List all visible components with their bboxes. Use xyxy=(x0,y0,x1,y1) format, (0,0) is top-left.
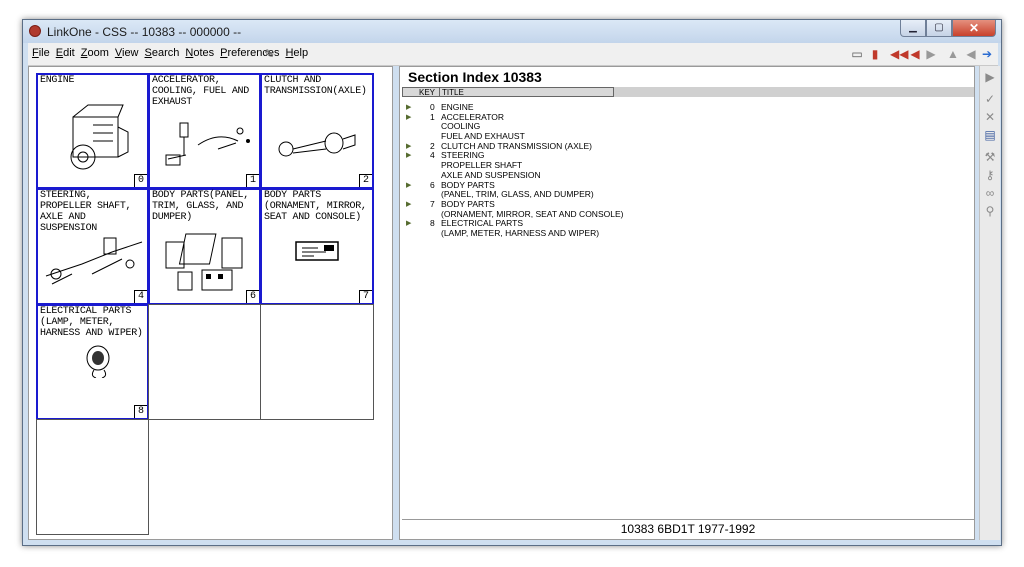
section-cell-steering[interactable]: STEERING, PROPELLER SHAFT, AXLE AND SUSP… xyxy=(36,188,149,305)
menu-search[interactable]: Search xyxy=(145,47,180,59)
section-cell-clutch[interactable]: CLUTCH AND TRANSMISSION(AXLE) 2 xyxy=(260,73,374,189)
cell-number: 2 xyxy=(358,174,372,187)
linkone-app-icon xyxy=(29,25,41,37)
forward-icon[interactable]: ➔ xyxy=(980,47,994,61)
minimize-button[interactable]: ▁ xyxy=(900,20,926,37)
list-item[interactable]: ▶ 6 BODY PARTS (PANEL, TRIM, GLASS, AND DU… xyxy=(406,180,966,200)
app-window: LinkOne - CSS -- 10383 -- 000000 -- ▁ ▢ … xyxy=(22,19,1002,546)
menu-help[interactable]: Help xyxy=(285,47,308,59)
cell-number: 8 xyxy=(133,405,147,418)
menu-notes[interactable]: Notes xyxy=(185,47,214,59)
list-item[interactable]: ▶ 1 ACCELERATOR COOLING FUEL AND EXHAUST xyxy=(406,112,966,142)
menu-view[interactable]: View xyxy=(115,47,139,59)
empty-cell xyxy=(36,419,149,535)
section-cell-accelerator[interactable]: ACCELERATOR, COOLING, FUEL AND EXHAUST 1 xyxy=(148,73,261,189)
cell-label: BODY PARTS (ORNAMENT, MIRROR, SEAT AND C… xyxy=(264,190,367,223)
notes-icon[interactable]: ▤ xyxy=(983,128,997,142)
up-icon[interactable]: ▲ xyxy=(946,47,960,61)
pin-icon[interactable]: ✎ xyxy=(262,47,276,61)
accelerator-illustration xyxy=(165,122,250,166)
expand-arrow-icon[interactable]: ▶ xyxy=(406,181,411,191)
list-item[interactable]: ▶ 2 CLUTCH AND TRANSMISSION (AXLE) xyxy=(406,141,966,152)
expand-arrow-icon[interactable]: ▶ xyxy=(406,151,411,161)
status-bar: 10383 6BD1T 1977-1992 xyxy=(402,519,974,539)
expand-arrow-icon[interactable]: ▶ xyxy=(406,142,411,152)
menu-edit[interactable]: Edit xyxy=(56,47,75,59)
steering-illustration xyxy=(45,237,143,285)
menu-zoom[interactable]: Zoom xyxy=(81,47,109,59)
body-panel-illustration xyxy=(165,233,243,291)
book-icon[interactable]: ▭ xyxy=(850,47,864,61)
expand-arrow-icon[interactable]: ▶ xyxy=(406,219,411,229)
binoculars-icon[interactable]: ∞ xyxy=(983,186,997,200)
electrical-illustration xyxy=(86,345,110,378)
cell-number: 1 xyxy=(245,174,259,187)
cell-label: CLUTCH AND TRANSMISSION(AXLE) xyxy=(264,75,367,97)
check-icon[interactable]: ✓ xyxy=(983,92,997,106)
cell-label: STEERING, PROPELLER SHAFT, AXLE AND SUSP… xyxy=(40,190,132,234)
menu-bar: File Edit Zoom View Search Notes Prefere… xyxy=(28,43,998,66)
cell-label: ENGINE xyxy=(40,75,75,86)
cell-label: BODY PARTS(PANEL, TRIM, GLASS, AND DUMPE… xyxy=(152,190,249,223)
section-cell-engine[interactable]: ENGINE 0 xyxy=(36,73,149,189)
list-item[interactable]: ▶ 7 BODY PARTS (ORNAMENT, MIRROR, SEAT AND… xyxy=(406,199,966,219)
column-header: KEY TITLE xyxy=(402,87,614,97)
empty-cell xyxy=(260,304,374,420)
section-cell-electrical[interactable]: ELECTRICAL PARTS (LAMP, METER, HARNESS A… xyxy=(36,304,149,420)
close-icon[interactable]: ✕ xyxy=(983,110,997,124)
list-item[interactable]: ▶ 8 ELECTRICAL PARTS (LAMP, METER, HARNESS… xyxy=(406,219,966,238)
section-index-pane: Section Index 10383 KEY TITLE ▶ 0 ENGINE ▶… xyxy=(399,66,975,540)
cell-number: 4 xyxy=(133,290,147,303)
col-title-header[interactable]: TITLE xyxy=(439,88,464,97)
section-cell-body-ornament[interactable]: BODY PARTS (ORNAMENT, MIRROR, SEAT AND C… xyxy=(260,188,374,305)
body-ornament-illustration xyxy=(295,241,339,261)
title-bar[interactable]: LinkOne - CSS -- 10383 -- 000000 -- ▁ ▢ … xyxy=(23,20,1001,43)
list-item[interactable]: ▶ 4 STEERING PROPELLER SHAFT AXLE AND SUSP… xyxy=(406,151,966,180)
close-button[interactable]: ✕ xyxy=(952,20,996,37)
next-icon[interactable]: ▶ xyxy=(924,47,938,61)
first-icon[interactable]: ◀◀ xyxy=(890,47,908,61)
menu-file[interactable]: File xyxy=(32,47,50,59)
graphic-index-pane: ENGINE 0 ACCELERATOR, COOLING, FUEL AND … xyxy=(28,66,393,540)
engine-illustration xyxy=(70,104,129,170)
back-icon[interactable]: ◀ xyxy=(964,47,978,61)
play-icon[interactable]: ▶ xyxy=(983,70,997,84)
col-key-header[interactable]: KEY xyxy=(419,88,435,97)
key-icon[interactable]: ⚷ xyxy=(983,168,997,182)
previous-icon[interactable]: ◀ xyxy=(908,47,922,61)
cell-label: ELECTRICAL PARTS (LAMP, METER, HARNESS A… xyxy=(40,306,143,339)
wrench-icon[interactable]: ⚒ xyxy=(983,150,997,164)
expand-arrow-icon[interactable]: ▶ xyxy=(406,113,411,123)
magnifier-icon[interactable]: ⚲ xyxy=(983,204,997,218)
cell-label: ACCELERATOR, COOLING, FUEL AND EXHAUST xyxy=(152,75,249,108)
empty-cell xyxy=(148,304,261,420)
clutch-illustration xyxy=(278,132,356,157)
cell-number: 0 xyxy=(133,174,147,187)
expand-arrow-icon[interactable]: ▶ xyxy=(406,103,411,113)
cell-number: 6 xyxy=(245,290,259,303)
cell-number: 7 xyxy=(358,290,372,303)
section-cell-body-panel[interactable]: BODY PARTS(PANEL, TRIM, GLASS, AND DUMPE… xyxy=(148,188,261,305)
side-toolbar: ▶ ✓ ✕ ▤ ⚒ ⚷ ∞ ⚲ xyxy=(979,66,1000,540)
index-list: ▶ 0 ENGINE ▶ 1 ACCELERATOR COOLING FUEL AND … xyxy=(406,102,966,239)
expand-arrow-icon[interactable]: ▶ xyxy=(406,200,411,210)
maximize-button[interactable]: ▢ xyxy=(926,20,952,37)
window-title: LinkOne - CSS -- 10383 -- 000000 -- xyxy=(47,25,242,39)
bookmark-icon[interactable]: ▮ xyxy=(868,47,882,61)
section-index-title: Section Index 10383 xyxy=(408,69,542,85)
